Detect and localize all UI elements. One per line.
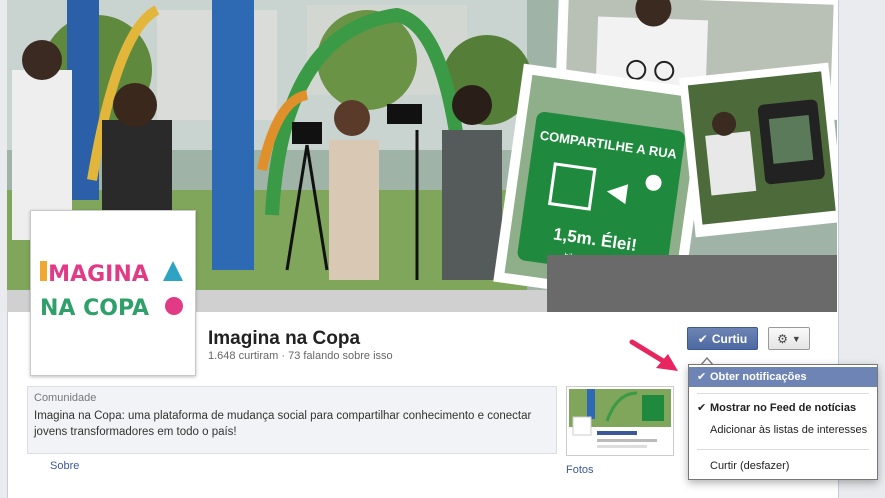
red-arrow-icon bbox=[629, 339, 678, 371]
page-title[interactable]: Imagina na Copa bbox=[208, 328, 360, 350]
page-category: Comunidade bbox=[34, 392, 97, 404]
page-stats: 1.648 curtiram · 73 falando sobre isso bbox=[208, 350, 393, 362]
gear-menu-button[interactable]: ⚙ ▼ bbox=[768, 327, 810, 350]
checkmark-icon: ✔ bbox=[697, 331, 708, 346]
checkmark-icon: ✔ bbox=[697, 371, 707, 383]
menu-item-add-to-interest-lists[interactable]: Adicionar às listas de interesses bbox=[689, 420, 877, 440]
logo-line-2: NA COPA bbox=[40, 296, 149, 321]
menu-divider bbox=[697, 393, 869, 394]
menu-item-label: Mostrar no Feed de notícias bbox=[710, 402, 857, 414]
photos-thumbnail[interactable] bbox=[566, 386, 674, 456]
menu-divider bbox=[697, 449, 869, 450]
menu-item-unlike[interactable]: Curtir (desfazer) bbox=[689, 456, 877, 476]
logo-line-1: IMAGINA bbox=[40, 262, 149, 287]
profile-picture[interactable]: IMAGINA NA COPA bbox=[30, 210, 196, 376]
menu-item-label: Adicionar às listas de interesses bbox=[710, 424, 868, 436]
menu-item-label: Obter notificações bbox=[710, 371, 807, 383]
caret-down-icon: ▼ bbox=[791, 333, 801, 344]
photos-link[interactable]: Fotos bbox=[566, 464, 594, 476]
liked-button[interactable]: ✔ Curtiu bbox=[687, 327, 758, 350]
liked-dropdown-menu: ✔ Obter notificações ✔ Mostrar no Feed d… bbox=[688, 364, 878, 480]
gear-icon: ⚙ bbox=[777, 331, 788, 346]
about-link[interactable]: Sobre bbox=[50, 460, 79, 472]
menu-item-show-in-feed[interactable]: ✔ Mostrar no Feed de notícias bbox=[689, 398, 877, 418]
menu-item-get-notifications[interactable]: ✔ Obter notificações bbox=[689, 367, 877, 387]
about-box: Comunidade Imagina na Copa: uma platafor… bbox=[27, 386, 557, 454]
page-description: Imagina na Copa: uma plataforma de mudan… bbox=[34, 410, 532, 438]
checkmark-icon: ✔ bbox=[697, 402, 707, 414]
menu-item-label: Curtir (desfazer) bbox=[710, 460, 790, 472]
liked-label: Curtiu bbox=[711, 331, 748, 346]
